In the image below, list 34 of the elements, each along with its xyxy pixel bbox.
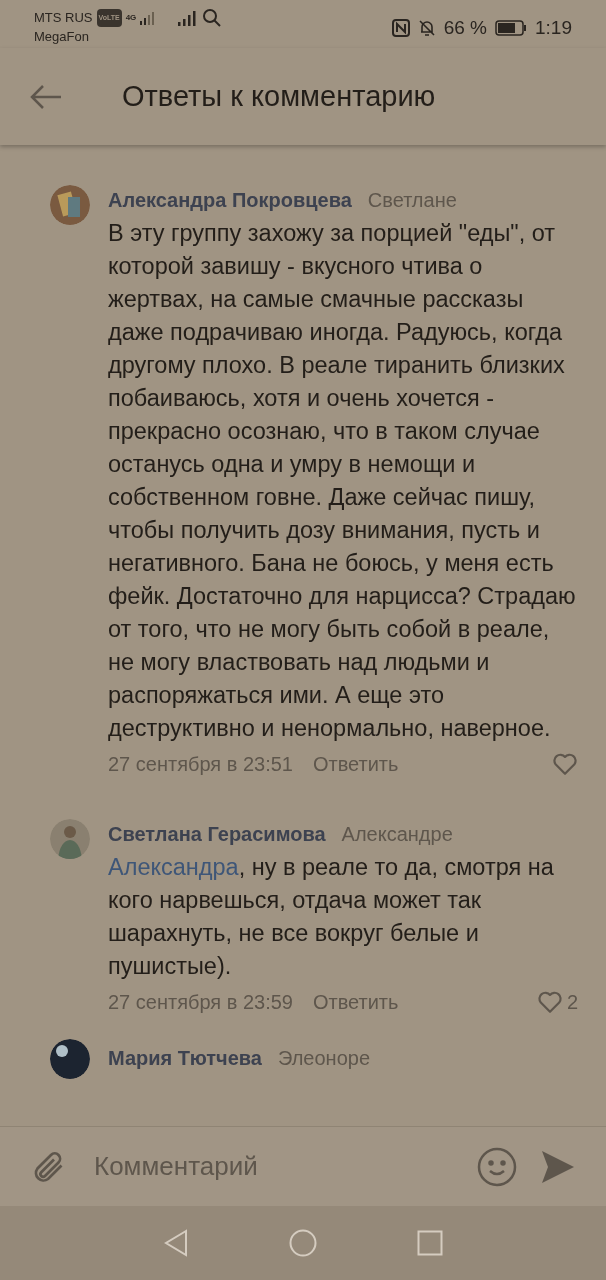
like-count: 2 xyxy=(566,990,578,1015)
comment-text: Александра, ну в реале то да, смотря на кого нарвешься, отдача может так шарахнуть, не все вокруг белые и пушистые). xyxy=(108,853,555,981)
battery-percent: 66 % xyxy=(443,16,487,40)
smiley-icon[interactable] xyxy=(476,1145,518,1188)
addressee-name: Александре xyxy=(341,822,453,847)
search-icon xyxy=(202,8,223,28)
battery-icon xyxy=(495,20,527,37)
nfc-icon xyxy=(391,19,410,38)
comment-input[interactable]: Комментарий xyxy=(94,1147,476,1186)
reply-link[interactable]: Ответить xyxy=(312,987,399,1017)
clock-time: 1:19 xyxy=(535,16,572,40)
network-type: 4G xyxy=(125,12,137,24)
comment-date: 27 сентября в 23:51 xyxy=(108,752,293,777)
bell-off-icon xyxy=(417,19,436,38)
heart-icon[interactable] xyxy=(536,990,563,1014)
back-nav-icon[interactable] xyxy=(163,1229,189,1257)
carrier-name: MTS RUS xyxy=(34,9,93,27)
addressee-name: Светлане xyxy=(367,188,457,213)
home-nav-icon[interactable] xyxy=(289,1229,317,1257)
author-name[interactable]: Мария Тютчева xyxy=(108,1043,262,1073)
carrier-name: MegaFon xyxy=(34,28,90,46)
mention-link[interactable]: Александра xyxy=(108,854,239,880)
reply-link[interactable]: Ответить xyxy=(312,749,399,779)
author-name[interactable]: Светлана Герасимова xyxy=(108,819,326,849)
addressee-name: Элеоноре xyxy=(278,1046,371,1071)
author-name[interactable]: Александра Покровцева xyxy=(108,185,352,215)
comment-text: В эту группу захожу за порцией "еды", от которой завишу - вкусного чтива о жертвах, на самые смачные рассказы даже подрачиваю иногда. Радуюсь, когда другому плохо. В реале тиранить близких побаиваюсь, хотя и очень хочется - прекрасно осознаю, что в таком случае останусь одна и умру в немощи и собственном говне. Даже сейчас пишу, чтобы получить дозу внимания, пусть и негативного. Бана не боюсь, у меня есть фейк. Достаточно для нарцисса? Страдаю от того, что не могу быть собой в реале, не могу властвовать над людьми и распоряжаться ими. А еще это деструктивно и ненормально, наверное. xyxy=(108,219,577,743)
recents-nav-icon[interactable] xyxy=(417,1230,443,1256)
send-icon[interactable] xyxy=(540,1148,576,1185)
back-arrow-icon xyxy=(30,83,62,110)
heart-icon[interactable] xyxy=(552,752,578,776)
screen-title: Ответы к комментарию xyxy=(122,78,436,114)
comment-date: 27 сентября в 23:59 xyxy=(108,990,293,1015)
signal-icon xyxy=(178,10,199,26)
